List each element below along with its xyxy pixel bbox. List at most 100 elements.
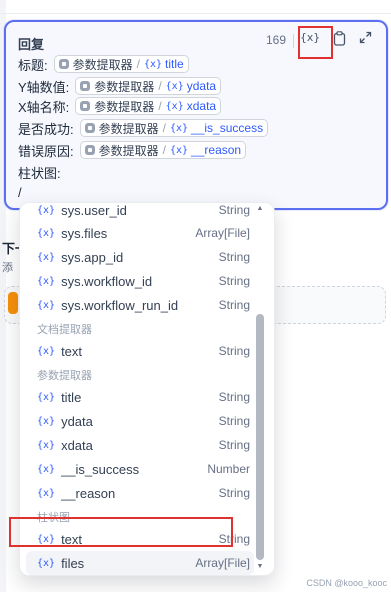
editor-line-is-success[interactable]: 是否成功: 参数提取器 / {x} __is_success <box>18 118 269 138</box>
next-step-node-icon <box>8 292 18 314</box>
variable-tag-reason[interactable]: 参数提取器 / {x} __reason <box>79 141 247 159</box>
variable-icon: {x} <box>37 487 56 499</box>
option-name: sys.app_id <box>61 249 124 265</box>
option-name: sys.workflow_id <box>61 273 153 289</box>
var-option-ydata[interactable]: {x} ydata String <box>20 409 260 433</box>
option-name: text <box>61 343 83 359</box>
highlight-box-chart-text <box>9 517 233 547</box>
var-option-sys-user-id[interactable]: {x} sys.user_id String <box>20 202 260 222</box>
variable-icon: {x} <box>165 80 184 92</box>
var-option-title[interactable]: {x} title String <box>20 385 260 409</box>
var-option-xdata[interactable]: {x} xdata String <box>20 433 260 457</box>
variable-icon: {x} <box>165 100 184 112</box>
line-label: X轴名称: <box>18 99 70 115</box>
option-name: __reason <box>61 485 116 501</box>
tag-node-name: 参数提取器 <box>94 99 155 114</box>
var-option-sys-workflow-id[interactable]: {x} sys.workflow_id String <box>20 269 260 293</box>
option-type: String <box>218 414 250 428</box>
dropdown-scrollbar[interactable] <box>256 314 264 560</box>
option-name: title <box>61 389 82 405</box>
variable-icon: {x} <box>37 345 56 357</box>
variable-icon: {x} <box>169 122 189 134</box>
option-name: files <box>61 555 85 571</box>
scroll-down-arrow-icon[interactable]: ▼ <box>256 563 264 570</box>
var-option-doc-text[interactable]: {x} text String <box>20 339 260 363</box>
option-type: Array[File] <box>195 226 250 240</box>
option-name: sys.user_id <box>61 202 127 218</box>
tag-var-name: ydata <box>186 79 217 93</box>
parameter-extractor-node-icon <box>80 81 91 91</box>
option-name: __is_success <box>61 461 140 477</box>
tag-slash: / <box>162 143 166 157</box>
variable-icon: {x} <box>37 391 56 403</box>
tag-node-name: 参数提取器 <box>72 57 133 72</box>
watermark: CSDN @kooo_kooc <box>306 578 387 588</box>
line-label: 错误原因: <box>18 143 74 159</box>
variable-icon: {x} <box>37 557 56 569</box>
variable-tag-xdata[interactable]: 参数提取器 / {x} xdata <box>75 97 222 115</box>
tag-node-name: 参数提取器 <box>94 79 155 94</box>
option-type: String <box>218 344 250 358</box>
tag-node-name: 参数提取器 <box>98 121 159 136</box>
option-type: String <box>218 486 250 500</box>
tag-var-name: title <box>165 57 184 71</box>
variable-icon: {x} <box>169 144 189 156</box>
option-type: Number <box>207 462 250 476</box>
clipboard-icon[interactable] <box>333 31 346 49</box>
option-type: String <box>218 274 250 288</box>
editor-line-ydata[interactable]: Y轴数值: 参数提取器 / {x} ydata <box>18 76 222 96</box>
editor-line-slash[interactable]: / <box>18 182 22 202</box>
option-type: String <box>218 438 250 452</box>
parameter-extractor-node-icon <box>58 59 69 69</box>
option-type: String <box>218 390 250 404</box>
var-option-chart-files[interactable]: {x} files Array[File] <box>26 551 254 575</box>
expand-icon[interactable] <box>359 31 372 47</box>
var-option-sys-workflow-run-id[interactable]: {x} sys.workflow_run_id String <box>20 293 260 317</box>
variable-icon: {x} <box>37 299 56 311</box>
next-step-hint: 添 <box>2 262 13 274</box>
char-count: 169 <box>265 33 286 47</box>
variable-icon: {x} <box>37 439 56 451</box>
variable-icon: {x} <box>37 463 56 475</box>
option-type: String <box>218 203 250 217</box>
editor-line-xdata[interactable]: X轴名称: 参数提取器 / {x} xdata <box>18 96 222 116</box>
group-label-param-extractor: 参数提取器 <box>37 370 92 382</box>
tag-slash: / <box>158 99 162 113</box>
variable-icon: {x} <box>37 415 56 427</box>
tag-slash: / <box>136 57 140 71</box>
editor-line-chart[interactable]: 柱状图: <box>18 162 61 182</box>
variable-icon: {x} <box>37 204 56 216</box>
parameter-extractor-node-icon <box>80 101 91 111</box>
editor-line-reason[interactable]: 错误原因: 参数提取器 / {x} __reason <box>18 140 247 160</box>
variable-icon: {x} <box>143 58 163 70</box>
variable-tag-ydata[interactable]: 参数提取器 / {x} ydata <box>75 77 222 95</box>
top-divider <box>0 6 391 14</box>
var-option-is-success[interactable]: {x} __is_success Number <box>20 457 260 481</box>
highlight-box-variable-button <box>298 26 333 59</box>
variable-tag-is-success[interactable]: 参数提取器 / {x} __is_success <box>79 119 269 137</box>
option-name: sys.workflow_run_id <box>61 297 179 313</box>
variable-tag-title[interactable]: 参数提取器 / {x} title <box>53 55 189 73</box>
var-option-reason[interactable]: {x} __reason String <box>20 481 260 505</box>
tag-var-name: __is_success <box>191 121 264 135</box>
tag-node-name: 参数提取器 <box>98 143 159 158</box>
variable-icon: {x} <box>37 227 56 239</box>
var-option-sys-app-id[interactable]: {x} sys.app_id String <box>20 245 260 269</box>
editor-line-title[interactable]: 标题: 参数提取器 / {x} title <box>18 54 189 74</box>
variable-icon: {x} <box>37 275 56 287</box>
line-label: 标题: <box>18 57 48 73</box>
parameter-extractor-node-icon <box>84 123 95 133</box>
tag-var-name: __reason <box>191 143 242 157</box>
scroll-up-arrow-icon[interactable]: ▲ <box>256 205 264 212</box>
tag-slash: / <box>158 79 162 93</box>
tag-slash: / <box>162 121 166 135</box>
option-name: ydata <box>61 413 93 429</box>
var-option-sys-files[interactable]: {x} sys.files Array[File] <box>20 221 260 245</box>
line-label: Y轴数值: <box>18 79 70 95</box>
header-separator <box>293 34 294 48</box>
parameter-extractor-node-icon <box>84 145 95 155</box>
tag-var-name: xdata <box>186 99 217 113</box>
line-label: 是否成功: <box>18 121 74 137</box>
option-type: String <box>218 298 250 312</box>
editor-title: 回复 <box>18 37 45 52</box>
